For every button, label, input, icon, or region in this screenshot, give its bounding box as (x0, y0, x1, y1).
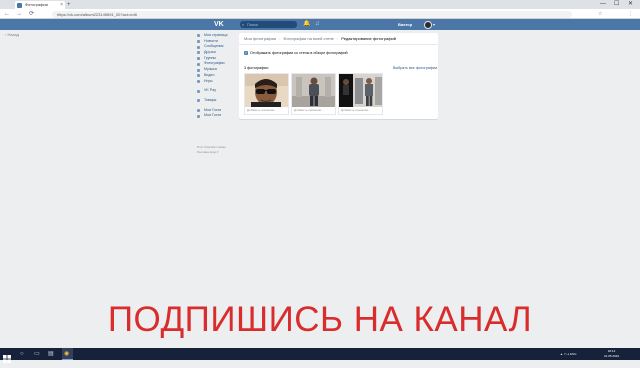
sidebar-item-label: Сообщения (204, 44, 224, 49)
guests-icon (197, 108, 200, 112)
photo-count: 3 фотографии (244, 66, 269, 70)
photo-description-field[interactable]: Добавить описание... (341, 108, 371, 113)
divider (239, 44, 438, 45)
sidebar-footer-links-2[interactable]: Реклама Ещё ▾ (197, 150, 237, 155)
vkpay-icon (197, 89, 200, 93)
home-icon (197, 34, 200, 38)
music-player-icon[interactable]: ♫ (315, 20, 320, 29)
select-all-photos-link[interactable]: Выбрать все фотографии (393, 65, 437, 71)
photo-thumbnail[interactable] (245, 74, 288, 107)
sidebar-footer: Блог Разработчикам Реклама Ещё ▾ (197, 145, 237, 155)
news-icon (197, 40, 200, 44)
sidebar-item-games[interactable]: Игры (197, 79, 237, 85)
task-view-icon[interactable]: ▭ (34, 349, 40, 359)
back-link[interactable]: ‹ Назад (5, 32, 19, 38)
photo-item[interactable]: Добавить описание... (338, 73, 383, 115)
sidebar-item-label: Фотографии (204, 61, 225, 66)
breadcrumb-my-photos[interactable]: Мои фотографии (244, 36, 276, 41)
chrome-icon[interactable]: ◉ (64, 349, 69, 359)
system-tray[interactable]: ▲ ▭ ⅃ ENG (560, 349, 576, 359)
new-tab-button[interactable]: + (67, 1, 71, 9)
breadcrumb-wall-photos[interactable]: Фотографии на моей стене (283, 36, 334, 41)
clock-date: 21.05.2019 (604, 354, 620, 358)
photo-item[interactable]: Добавить описание... (244, 73, 289, 115)
photo-description-field[interactable]: Добавить описание... (294, 108, 324, 113)
photos-icon (197, 62, 200, 66)
breadcrumb: Мои фотографии › Фотографии на моей стене ›… (244, 36, 396, 42)
maximize-button[interactable]: ☐ (614, 0, 619, 9)
sidebar-menu: Моя страница Новости Сообщения Друзья Гр… (197, 33, 237, 119)
sidebar-item-vk-pay[interactable]: VK Pay (197, 88, 237, 94)
show-wall-photos-label[interactable]: Отображать фотографии со стены в обзоре … (250, 50, 348, 56)
taskbar-clock[interactable]: 18:12 21.05.2019 (604, 349, 619, 359)
vk-logo[interactable]: VK (214, 20, 224, 29)
breadcrumb-separator: › (336, 36, 339, 41)
vk-header (0, 19, 640, 30)
video-icon (197, 74, 200, 78)
reload-icon[interactable]: ⟳ (29, 10, 34, 18)
photo-thumbnail[interactable] (292, 74, 335, 107)
chevron-down-icon[interactable]: ▾ (433, 20, 435, 29)
sidebar-item-label: Мои Гости (204, 107, 222, 112)
sidebar-item-label: Новости (204, 38, 218, 43)
file-explorer-icon[interactable]: ▤ (48, 349, 54, 359)
url-field[interactable]: https://vk.com/album223149691_00?act=edi… (52, 11, 572, 18)
photo-thumbnail[interactable] (339, 74, 382, 107)
sidebar-item-label: Друзья (204, 50, 216, 55)
guests-icon (197, 114, 200, 118)
taskbar-search-icon[interactable]: ○ (20, 349, 24, 359)
close-tab-icon[interactable]: × (60, 1, 63, 9)
browser-tab[interactable]: Фотографии × (15, 1, 65, 9)
search-input[interactable]: ⌕ Поиск (240, 21, 297, 28)
notifications-bell-icon[interactable]: 🔔 (303, 20, 310, 29)
sidebar-item-label: VK Pay (204, 88, 216, 93)
sidebar-item-label: Товары (204, 97, 217, 102)
friends-icon (197, 51, 200, 55)
search-placeholder: Поиск (247, 22, 259, 27)
avatar[interactable] (424, 20, 432, 29)
photo-description-field[interactable]: Добавить описание... (247, 108, 277, 113)
windows-start-icon[interactable] (3, 350, 11, 363)
breadcrumb-separator: › (279, 36, 281, 41)
profile-name[interactable]: Виктор (398, 20, 412, 29)
games-icon (197, 79, 200, 83)
sidebar-item-label: Мои Гости (204, 113, 222, 118)
sidebar-item-label: Моя страница (204, 33, 228, 37)
back-arrow-icon[interactable]: ← (4, 10, 10, 18)
browser-tab-bar (0, 0, 640, 9)
close-window-button[interactable]: ✕ (628, 0, 633, 9)
sidebar-item-label: Группы (204, 55, 216, 60)
messages-icon (197, 45, 200, 49)
music-icon (197, 68, 200, 72)
star-icon[interactable]: ☆ (598, 10, 602, 18)
photo-item[interactable]: Добавить описание... (291, 73, 336, 115)
show-wall-photos-checkbox[interactable]: ✓ (244, 51, 248, 55)
groups-icon (197, 57, 200, 61)
sidebar-item-guests-2[interactable]: Мои Гости (197, 113, 237, 119)
minimize-button[interactable]: — (600, 0, 606, 9)
browser-tab-title: Фотографии (25, 2, 48, 7)
browser-menu-icon[interactable]: ⋮ (628, 10, 633, 18)
forward-arrow-icon[interactable]: → (16, 10, 22, 18)
sidebar-item-label: Игры (204, 78, 213, 83)
sidebar-item-label: Видео (204, 72, 215, 77)
goods-icon (197, 99, 200, 103)
subscribe-banner-text: ПОДПИШИСЬ НА КАНАЛ (107, 300, 533, 339)
sidebar-item-goods[interactable]: Товары (197, 98, 237, 104)
vk-favicon-icon (17, 2, 22, 8)
breadcrumb-edit-photos: Редактирование фотографий (341, 36, 396, 41)
sidebar-item-label: Музыка (204, 67, 217, 72)
search-icon: ⌕ (242, 22, 245, 27)
taskbar (0, 348, 640, 360)
